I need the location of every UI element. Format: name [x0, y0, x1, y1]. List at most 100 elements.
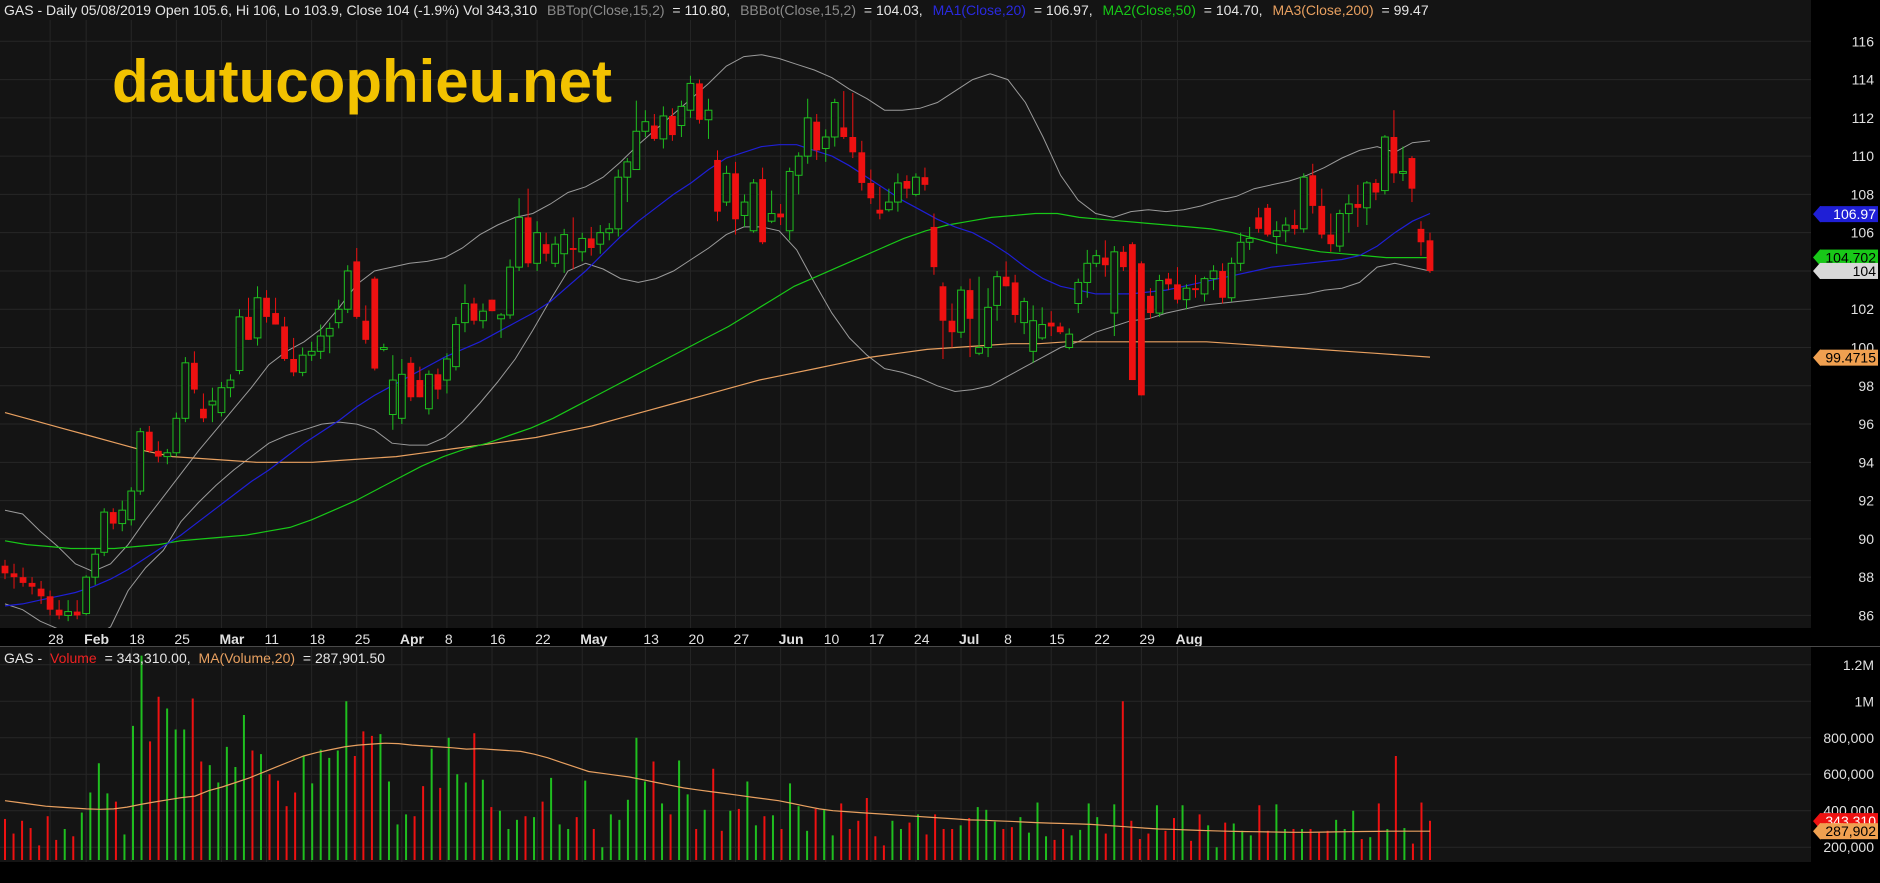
candle-body-up: [1381, 136, 1389, 192]
date-tick-label: 22: [1094, 631, 1110, 647]
candle-body-up: [1200, 278, 1209, 295]
candle-body-up: [677, 105, 686, 127]
date-tick-label: Jul: [959, 631, 979, 647]
date-tick-label: 28: [48, 631, 64, 647]
volume-ma-label: MA(Volume,20): [199, 650, 295, 666]
candle: [1335, 209, 1344, 252]
candle-body-up: [181, 362, 190, 419]
price-tick-label: 110: [1852, 148, 1875, 164]
price-tick-label: 116: [1852, 33, 1875, 49]
candle: [1128, 242, 1136, 381]
candle-body-up: [307, 350, 316, 356]
volume-tick-label: 1M: [1855, 693, 1874, 709]
candle-body-up: [397, 373, 406, 419]
date-tick-label: Apr: [400, 631, 425, 647]
candle-body-down: [1056, 326, 1064, 333]
candle-body-up: [91, 553, 100, 578]
candle-body-down: [1408, 158, 1416, 189]
candle: [1264, 203, 1272, 237]
candle-body-up: [821, 136, 830, 149]
date-tick-label: Feb: [84, 631, 109, 647]
candle-body-up: [1236, 241, 1245, 264]
candle-body-down: [840, 127, 848, 137]
candle-body-down: [903, 181, 911, 189]
price-tick-label: 112: [1852, 110, 1875, 126]
candle-body-down: [542, 244, 550, 254]
candle-body-up: [64, 611, 73, 616]
volume-ma-value: = 287,901.50: [303, 650, 385, 666]
date-tick-label: May: [580, 631, 607, 647]
price-header: GAS - Daily 05/08/2019 Open 105.6, Hi 10…: [4, 2, 1429, 18]
candle-body-up: [632, 130, 641, 171]
ma3-value: = 99.47: [1382, 2, 1429, 18]
candle-body-up: [1083, 262, 1092, 283]
candle-body-down: [1, 565, 9, 574]
value-label: 287,902: [1813, 823, 1878, 840]
candle-body-up: [1029, 320, 1038, 352]
date-tick-label: 25: [355, 631, 371, 647]
candle-body-up: [172, 417, 181, 454]
candle: [127, 487, 136, 526]
candle-body-up: [316, 335, 325, 352]
date-tick-label: 27: [734, 631, 750, 647]
candle-body-down: [1390, 136, 1398, 174]
stock-chart[interactable]: dautucophieu.net 86889092949698100102104…: [0, 0, 1880, 878]
date-tick-label: Mar: [219, 631, 244, 647]
candle-body-up: [208, 400, 217, 406]
candle-body-down: [587, 238, 595, 248]
candle-body-up: [425, 373, 433, 410]
candle-body-up: [623, 161, 632, 178]
candle-body-up: [533, 232, 542, 264]
candle-body-down: [46, 596, 54, 610]
volume-tick-label: 1.2M: [1843, 657, 1874, 673]
candle-body-up: [704, 109, 713, 121]
candle-body-up: [452, 324, 460, 368]
candle-body-down: [1264, 207, 1272, 235]
candle-body-down: [371, 278, 379, 369]
candle-body-up: [235, 316, 244, 371]
date-tick-label: 24: [914, 631, 930, 647]
candle-body-up: [641, 121, 650, 132]
value-label-text: 106.97: [1833, 206, 1876, 222]
volume-tick-label: 600,000: [1823, 766, 1874, 782]
candle-body-down: [930, 226, 938, 268]
candle-body-up: [325, 327, 334, 337]
candle-body-up: [226, 379, 235, 389]
candle-body-down: [867, 182, 875, 199]
value-label-text: 287,902: [1825, 823, 1876, 839]
date-tick-label: 18: [129, 631, 145, 647]
candle: [957, 286, 965, 338]
candle-body-down: [569, 247, 577, 250]
candle-body-down: [1011, 282, 1019, 315]
candle-body-up: [1281, 224, 1290, 232]
candle: [696, 79, 703, 124]
candle-body-up: [1020, 301, 1029, 324]
candle-body-up: [515, 216, 523, 268]
candle-body-down: [1417, 228, 1425, 243]
candle-body-up: [830, 102, 839, 138]
candle-body-down: [191, 362, 198, 390]
candle-body-up: [686, 82, 695, 111]
date-tick-label: 16: [490, 631, 506, 647]
candle-body-up: [334, 308, 343, 324]
volume-panel[interactable]: [0, 647, 1811, 862]
date-tick-label: 18: [310, 631, 326, 647]
candle-body-up: [794, 155, 803, 176]
candle: [506, 259, 514, 319]
ma1-label: MA1(Close,20): [933, 2, 1026, 18]
candle-body-up: [1074, 281, 1083, 304]
candle-body-up: [722, 172, 731, 203]
candle-body-up: [1335, 213, 1344, 247]
candle-body-down: [145, 431, 153, 451]
candle-body-down: [1426, 240, 1434, 271]
volume-tick-label: 200,000: [1823, 839, 1874, 855]
candle-body-up: [118, 509, 127, 525]
price-tick-label: 86: [1858, 607, 1874, 623]
candle-body-up: [136, 431, 145, 492]
candle-body-up: [1182, 287, 1191, 301]
candle: [785, 167, 794, 241]
candle-body-up: [388, 379, 397, 415]
candle-body-up: [1110, 251, 1119, 314]
candle-body-up: [993, 276, 1001, 306]
candle-body-up: [560, 234, 569, 255]
